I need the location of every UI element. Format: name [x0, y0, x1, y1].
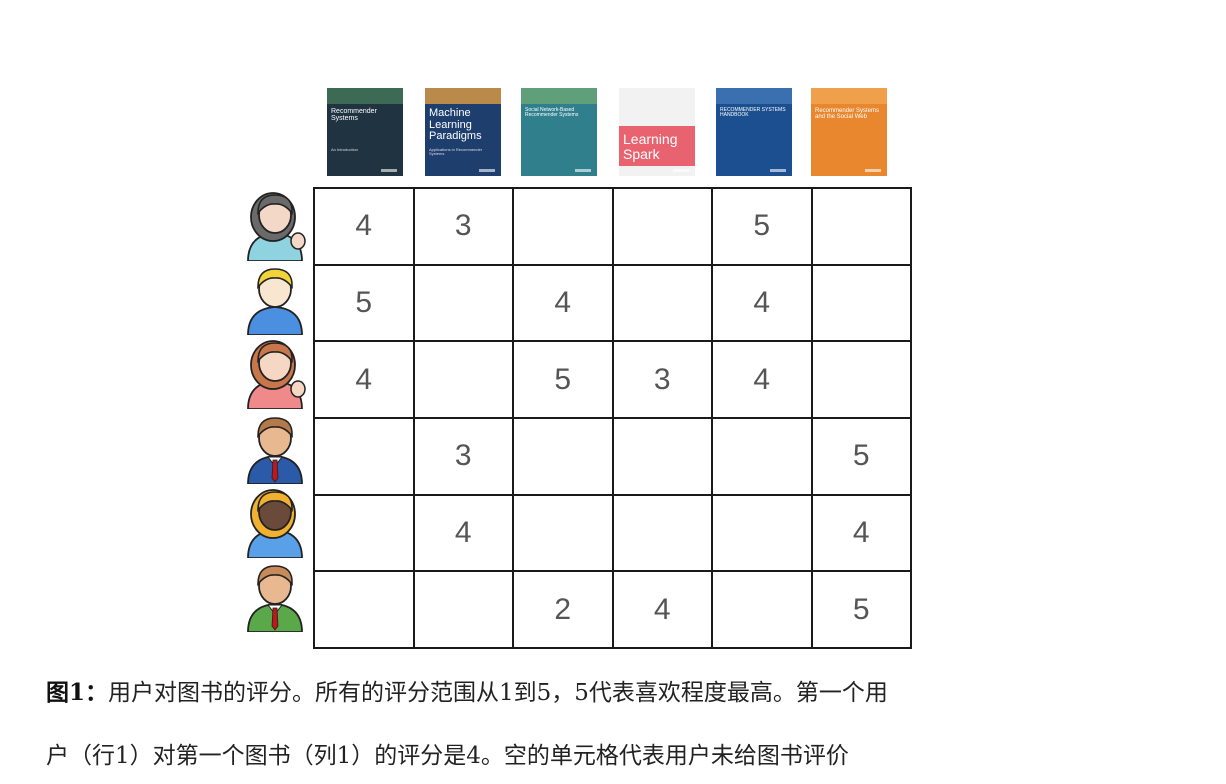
figure-caption-line-1: 图1：用户对图书的评分。所有的评分范围从1到5，5代表喜欢程度最高。第一个用	[46, 679, 888, 706]
rating-cell: 4	[611, 570, 713, 650]
rating-row: 44	[313, 493, 912, 573]
book-cover-6: Recommender Systems and the Social Web	[811, 88, 887, 176]
book-title: Machine Learning Paradigms	[429, 107, 482, 143]
publisher-logo-icon	[865, 169, 881, 172]
rating-cell	[810, 187, 912, 266]
rating-cell	[412, 570, 514, 650]
rating-cell	[611, 493, 713, 573]
rating-cell: 2	[512, 570, 614, 650]
book-cover-5: RECOMMENDER SYSTEMS HANDBOOK	[716, 88, 792, 176]
rating-cell	[810, 340, 912, 420]
rating-cell: 5	[711, 187, 813, 266]
book-subtitle: Applications in Recommender Systems	[429, 147, 483, 157]
rating-cell	[412, 263, 514, 343]
book-title: Social Network-Based Recommender Systems	[525, 107, 579, 119]
book-cover-3: Social Network-Based Recommender Systems	[521, 88, 597, 176]
rating-cell	[810, 263, 912, 343]
rating-cell: 4	[412, 493, 514, 573]
rating-cell: 5	[313, 263, 415, 343]
rating-cell	[512, 493, 614, 573]
rating-row: 24 5	[313, 570, 912, 650]
rating-row: 43 5	[313, 187, 912, 266]
rating-cell: 5	[810, 570, 912, 650]
woman-brown-hair-waving-icon	[238, 337, 312, 410]
rating-cell: 4	[810, 493, 912, 573]
man-green-shirt-tie-icon	[238, 560, 312, 633]
rating-cell	[512, 417, 614, 496]
figure-caption-line-2: 户（行1）对第一个图书（列1）的评分是4。空的单元格代表用户未给图书评价	[46, 743, 849, 769]
woman-gray-hair-waving-icon	[238, 189, 312, 262]
rating-cell	[711, 493, 813, 573]
figure-caption-label: 图1：	[46, 679, 109, 706]
rating-cell: 4	[711, 340, 813, 420]
book-title: Recommender Systems and the Social Web	[815, 108, 880, 121]
rating-cell	[313, 570, 415, 650]
rating-cell: 5	[810, 417, 912, 496]
rating-cell: 4	[313, 340, 415, 420]
rating-cell	[611, 263, 713, 343]
publisher-logo-icon	[381, 169, 397, 172]
book-cover-2: Machine Learning Paradigms Applications i…	[425, 88, 501, 176]
rating-cell	[512, 187, 614, 266]
man-suit-tie-icon	[238, 412, 312, 485]
rating-matrix-figure: Recommender Systems An Introduction Machin…	[0, 0, 1226, 784]
book-cover-1: Recommender Systems An Introduction	[327, 88, 403, 176]
rating-cell: 4	[512, 263, 614, 343]
book-subtitle: An Introduction	[331, 147, 358, 152]
book-title: RECOMMENDER SYSTEMS HANDBOOK	[720, 107, 786, 119]
publisher-logo-icon	[673, 169, 689, 172]
woman-blonde-hair-icon	[238, 486, 312, 559]
rating-cell	[711, 570, 813, 650]
rating-cell: 4	[313, 187, 415, 266]
rating-cell: 4	[711, 263, 813, 343]
boy-blond-icon	[238, 263, 312, 336]
rating-row: 35	[313, 417, 912, 496]
book-title: Recommender Systems	[331, 108, 377, 123]
rating-cell	[611, 187, 713, 266]
publisher-logo-icon	[575, 169, 591, 172]
book-cover-art	[811, 88, 887, 104]
publisher-logo-icon	[770, 169, 786, 172]
rating-cell	[313, 493, 415, 573]
rating-row: 5 4 4	[313, 263, 912, 343]
rating-cell	[611, 417, 713, 496]
rating-cell: 3	[412, 417, 514, 496]
publisher-logo-icon	[479, 169, 495, 172]
rating-matrix-table: 43554445343544245	[313, 187, 912, 650]
book-title: Learning Spark	[623, 131, 678, 162]
rating-cell: 3	[412, 187, 514, 266]
rating-cell	[412, 340, 514, 420]
rating-row: 4534	[313, 340, 912, 420]
rating-cell: 3	[611, 340, 713, 420]
rating-cell	[711, 417, 813, 496]
rating-cell: 5	[512, 340, 614, 420]
book-cover-4: Learning Spark	[619, 88, 695, 176]
book-cover-art	[716, 88, 792, 104]
rating-cell	[313, 417, 415, 496]
book-cover-art	[327, 88, 403, 104]
book-cover-art	[425, 88, 501, 104]
book-cover-art	[521, 88, 597, 104]
